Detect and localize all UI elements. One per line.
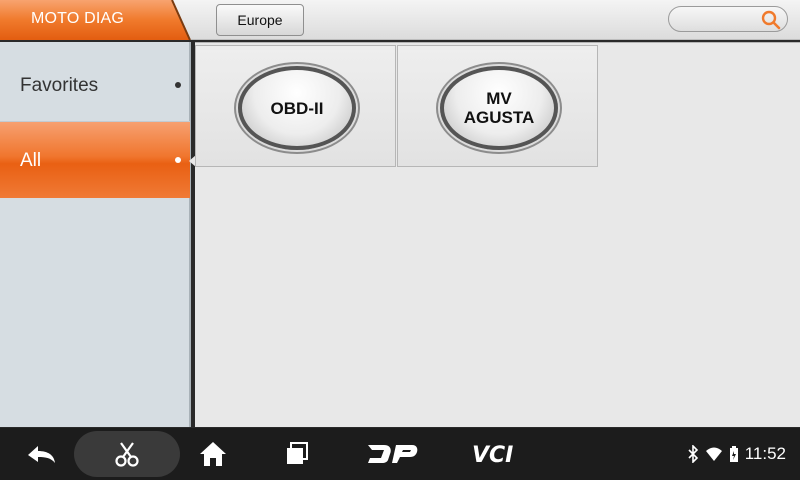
battery-icon <box>729 446 738 462</box>
vci-icon: VCI <box>472 443 513 466</box>
tools-button[interactable] <box>74 431 180 477</box>
back-button[interactable] <box>18 428 64 480</box>
bluetooth-icon <box>688 445 698 463</box>
home-button[interactable] <box>190 428 236 480</box>
vci-button[interactable]: VCI <box>466 428 530 480</box>
scissors-icon <box>115 442 139 467</box>
app-title-tab: MOTO DIAG <box>0 0 192 40</box>
status-area: 11:52 <box>687 428 786 480</box>
sidebar: Favorites All <box>0 42 196 427</box>
recent-apps-button[interactable] <box>274 428 320 480</box>
recent-apps-icon <box>287 442 308 464</box>
wifi-icon <box>705 447 722 461</box>
tile-mv-agusta[interactable]: MV AGUSTA <box>397 45 598 167</box>
tile-obd-ii[interactable]: OBD-II <box>195 45 396 167</box>
dp-label: DP <box>366 442 368 443</box>
clock: 11:52 <box>744 444 786 463</box>
tile-label: OBD-II <box>270 98 324 118</box>
top-bar: MOTO DIAG Europe <box>0 0 800 40</box>
dp-icon: DP <box>366 442 418 463</box>
brand-grid: OBD-II MV AGUSTA <box>195 42 800 427</box>
navigation-bar: DP VCI 11:52 <box>0 428 800 480</box>
sidebar-item-label: Favorites <box>20 75 99 96</box>
tile-label-line1: MV <box>486 89 512 108</box>
vci-label: VCI <box>472 443 513 466</box>
search-input[interactable] <box>668 6 788 32</box>
home-icon <box>200 442 226 466</box>
back-icon <box>28 446 55 463</box>
sidebar-item-label: All <box>20 150 42 171</box>
mv-agusta-button[interactable]: MV AGUSTA <box>440 66 558 150</box>
sidebar-item-all[interactable]: All <box>0 122 196 198</box>
region-europe-button[interactable]: Europe <box>216 4 304 36</box>
obd-ii-button[interactable]: OBD-II <box>238 66 356 150</box>
bullet-dot-icon <box>175 82 181 88</box>
dp-button[interactable]: DP <box>360 428 424 480</box>
bullet-dot-icon <box>175 157 181 163</box>
tile-label-line2: AGUSTA <box>463 108 535 127</box>
sidebar-item-favorites[interactable]: Favorites <box>0 46 190 122</box>
search-icon[interactable] <box>761 10 781 30</box>
tile-label: MV AGUSTA <box>464 89 535 127</box>
app-title: MOTO DIAG <box>31 10 125 27</box>
